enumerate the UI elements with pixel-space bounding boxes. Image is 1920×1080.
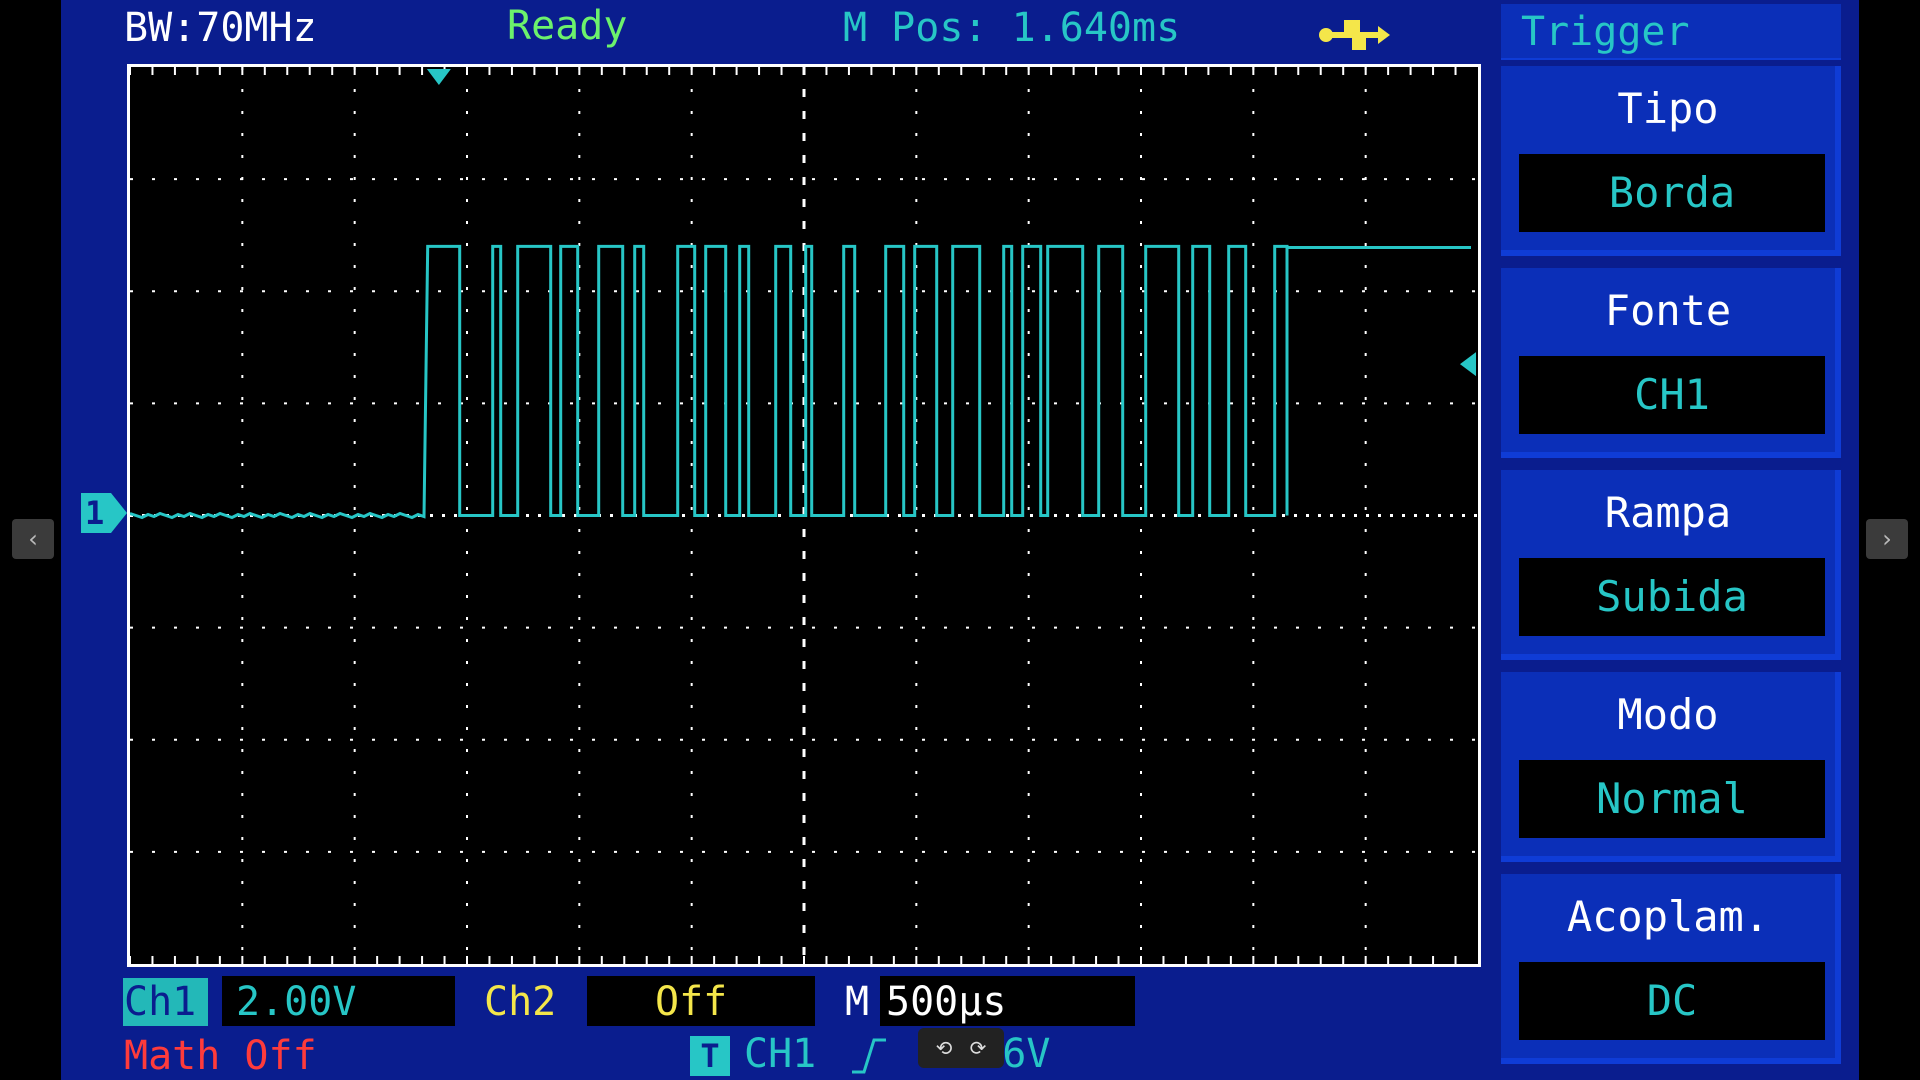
menu-item-value: DC: [1519, 962, 1825, 1040]
menu-item-label: Rampa: [1604, 488, 1732, 537]
ch2-state: Off: [655, 979, 728, 1025]
bandwidth-label: BW:70MHz: [124, 5, 317, 51]
menu-item-acoplam[interactable]: Acoplam. DC: [1501, 874, 1841, 1064]
ch1-ground-marker[interactable]: 1: [81, 493, 127, 533]
ch1-label: Ch1: [124, 979, 197, 1025]
ch1-scale: 2.00V: [236, 979, 357, 1025]
waveform-display[interactable]: [127, 64, 1481, 967]
menu-item-label: Modo: [1617, 690, 1719, 739]
trigger-source: CH1: [744, 1031, 817, 1077]
menu-item-label: Acoplam.: [1566, 892, 1770, 941]
acquisition-status: Ready: [507, 3, 628, 49]
trigger-menu-title-bar: Trigger: [1501, 4, 1841, 60]
math-status[interactable]: Math Off: [124, 1034, 317, 1078]
timebase-prefix: M: [845, 979, 870, 1025]
timebase-value: 500µs: [886, 979, 1007, 1025]
menu-item-value: Subida: [1519, 558, 1825, 636]
main-position-readout: M Pos: 1.640ms: [843, 5, 1181, 51]
rotate-right-icon[interactable]: ⟳: [964, 1034, 992, 1062]
trigger-badge: T: [690, 1036, 730, 1076]
rotate-controls: ⟲ ⟳: [918, 1028, 1004, 1068]
rotate-left-icon[interactable]: ⟲: [930, 1034, 958, 1062]
chevron-left-icon[interactable]: ‹: [12, 519, 54, 559]
menu-item-rampa[interactable]: Rampa Subida: [1501, 470, 1841, 660]
menu-item-label: Fonte: [1604, 286, 1732, 335]
menu-item-tipo[interactable]: Tipo Borda: [1501, 66, 1841, 256]
menu-item-fonte[interactable]: Fonte CH1: [1501, 268, 1841, 458]
ch1-marker-label: 1: [85, 494, 105, 532]
ch2-label[interactable]: Ch2: [484, 980, 556, 1024]
rising-edge-icon: [848, 1036, 888, 1076]
trigger-menu-title: Trigger: [1521, 9, 1690, 55]
menu-item-value: Normal: [1519, 760, 1825, 838]
trigger-position-marker: [426, 69, 451, 85]
ch1-waveform-trace: [130, 244, 1471, 520]
usb-icon: [1318, 16, 1390, 54]
menu-item-value: Borda: [1519, 154, 1825, 232]
menu-item-value: CH1: [1519, 356, 1825, 434]
chevron-right-icon[interactable]: ›: [1866, 519, 1908, 559]
trigger-level-marker: [1460, 352, 1476, 377]
menu-item-label: Tipo: [1617, 84, 1719, 133]
menu-item-modo[interactable]: Modo Normal: [1501, 672, 1841, 862]
